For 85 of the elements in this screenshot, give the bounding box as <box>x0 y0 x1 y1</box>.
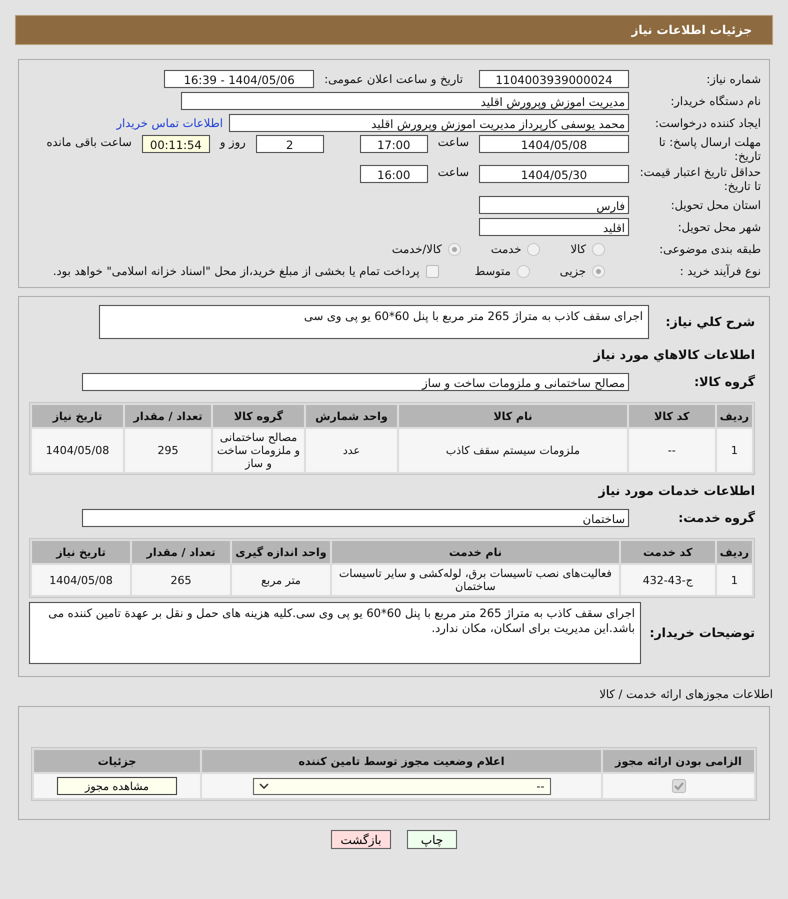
field-label: حداقل تاریخ اعتبار قیمت: تا تاریخ: <box>638 165 762 193</box>
view-license-button[interactable]: مشاهده مجوز <box>57 777 177 795</box>
field-label: شماره نیاز: <box>705 72 762 86</box>
table-cell: ج-43-432 <box>620 565 715 595</box>
province-field: فارس <box>479 196 629 214</box>
section-heading: اطلاعات خدمات مورد نیاز <box>597 483 755 498</box>
field-label: طبقه بندی موضوعی: <box>658 242 762 256</box>
field-label: توضیحات خریدار: <box>648 626 755 640</box>
column-header: نام خدمت <box>332 541 619 563</box>
column-header: تاریخ نیاز <box>32 405 123 427</box>
column-header: نام کالا <box>399 405 627 427</box>
column-header: واحد اندازه گیری <box>232 541 330 563</box>
print-button[interactable]: چاپ <box>407 830 457 849</box>
field-label: مهلت ارسال پاسخ: تا تاریخ: <box>658 135 762 163</box>
table-cell: 1404/05/08 <box>32 429 123 472</box>
column-header: الزامی بودن ارائه مجوز <box>603 750 754 772</box>
radio-label: کالا <box>570 242 586 256</box>
checkbox[interactable] <box>426 264 439 278</box>
buyer-notes-field: اجرای سقف کاذب به متراژ 265 متر مربع با پنل 60*60 یو پی وی سی.کلیه هزینه های حمل و نقل بر عهدة تامین کننده می باشد.این مدیریت برای اسکان، مکان ندارد. <box>29 602 641 664</box>
section-heading: اطلاعات مجوزهای ارائه خدمت / کالا <box>598 687 773 701</box>
field-label: ساعت <box>436 135 470 149</box>
field-label: شرح کلي نیاز: <box>664 315 755 329</box>
radio-button[interactable] <box>527 242 540 256</box>
field-label: ایجاد کننده درخواست: <box>654 116 762 130</box>
table-cell: فعالیت‌های نصب تاسیسات برق، لوله‌کشی و سایر تاسیسات ساختمان <box>332 565 619 595</box>
remaining-time-field: 00:11:54 <box>142 135 210 153</box>
field-label: ساعت باقی مانده <box>46 135 133 149</box>
days-field: 2 <box>256 135 324 153</box>
table-cell: متر مربع <box>232 565 330 595</box>
radio-button[interactable] <box>592 264 605 278</box>
back-button[interactable]: بازگشت <box>331 830 391 849</box>
column-header: واحد شمارش <box>306 405 397 427</box>
field-label: روز و <box>218 135 247 149</box>
validity-time-field: 16:00 <box>360 165 428 183</box>
column-header: کد خدمت <box>620 541 715 563</box>
field-label: گروه خدمت: <box>677 511 755 525</box>
field-label: تاریخ و ساعت اعلان عمومی: <box>323 72 464 86</box>
announce-date-field: 1404/05/06 - 16:39 <box>164 70 314 88</box>
radio-label: کالا/خدمت <box>392 242 442 256</box>
table-cell: -- <box>628 429 715 472</box>
deadline-time-field: 17:00 <box>360 135 428 153</box>
column-header: جزئیات <box>34 750 200 772</box>
table-cell: عدد <box>306 429 397 472</box>
table-cell: 265 <box>132 565 230 595</box>
field-label: نوع فرآیند خرید : <box>678 264 762 278</box>
field-label: شهر محل تحویل: <box>676 220 762 234</box>
table-cell: 295 <box>125 429 211 472</box>
contact-link[interactable]: اطلاعات تماس خریدار <box>116 116 223 130</box>
field-label: استان محل تحویل: <box>670 198 762 212</box>
column-header: تعداد / مقدار <box>132 541 230 563</box>
column-header: گروه کالا <box>213 405 304 427</box>
deadline-date-field: 1404/05/08 <box>479 135 629 153</box>
radio-label: جزیی <box>560 264 586 278</box>
buyer-org-field: مدیریت اموزش وپرورش اقلید <box>181 92 629 110</box>
service-group-field: ساختمان <box>82 509 629 527</box>
column-header: تاریخ نیاز <box>32 541 130 563</box>
field-label: ساعت <box>436 165 470 179</box>
radio-button[interactable] <box>516 264 530 278</box>
table-cell: 1 <box>716 429 752 472</box>
table-cell: 1404/05/08 <box>32 565 130 595</box>
need-number-field: 1104003939000024 <box>479 70 629 88</box>
column-header: اعلام وضعیت مجوز توسط تامین کننده <box>202 750 601 772</box>
chevron-down-icon <box>258 783 268 789</box>
column-header: ردیف <box>716 405 752 427</box>
validity-date-field: 1404/05/30 <box>479 165 629 183</box>
field-label: گروه کالا: <box>693 375 755 389</box>
radio-button[interactable] <box>592 242 605 256</box>
city-field: اقلید <box>479 218 629 236</box>
status-dropdown[interactable]: -- <box>252 778 550 794</box>
table-cell: مصالح ساختمانی و ملزومات ساخت و ساز <box>213 429 304 472</box>
radio-label: متوسط <box>474 264 511 278</box>
column-header: تعداد / مقدار <box>125 405 211 427</box>
column-header: کد کالا <box>628 405 715 427</box>
radio-label: خدمت <box>490 242 522 256</box>
table-cell: ملزومات سیستم سقف کاذب <box>399 429 627 472</box>
goods-group-field: مصالح ساختمانی و ملزومات ساخت و ساز <box>82 373 629 391</box>
checkbox-label: پرداخت تمام یا بخشی از مبلغ خرید،از محل "اسناد خزانه اسلامی" خواهد بود. <box>52 264 420 278</box>
page-title: جزئیات اطلاعات نیاز <box>631 23 752 37</box>
requester-field: محمد یوسفی کارپرداز مدیریت اموزش وپرورش اقلید <box>229 114 629 132</box>
section-heading: اطلاعات کالاهاي مورد نیاز <box>592 347 755 362</box>
column-header: ردیف <box>716 541 752 563</box>
description-field: اجرای سقف کاذب به متراژ 265 متر مربع با پنل 60*60 یو پی وی سی <box>99 305 649 339</box>
field-label: نام دستگاه خریدار: <box>669 94 762 108</box>
table-cell: 1 <box>716 565 752 595</box>
radio-button[interactable] <box>448 242 461 256</box>
